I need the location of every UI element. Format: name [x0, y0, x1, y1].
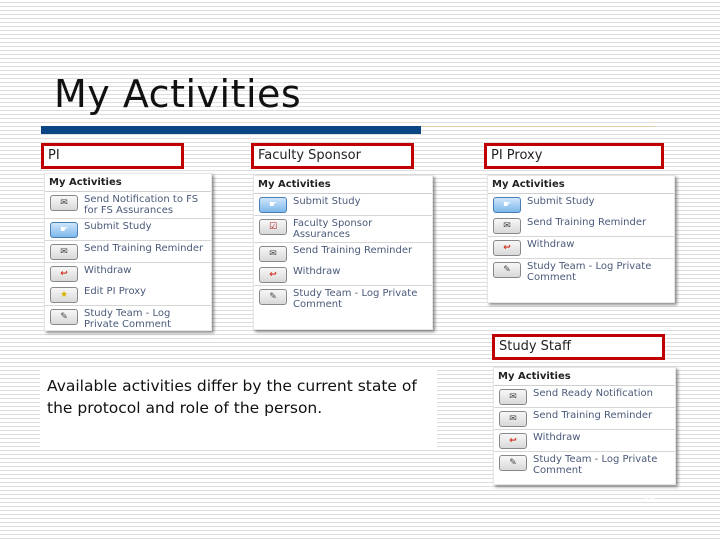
- activity-link[interactable]: Send Training Reminder: [293, 245, 429, 256]
- role-label-faculty-sponsor: Faculty Sponsor: [251, 143, 414, 169]
- activity-link[interactable]: Withdraw: [84, 265, 208, 276]
- activity-link[interactable]: Edit PI Proxy: [84, 286, 208, 297]
- activity-link[interactable]: Study Team - Log Private Comment: [293, 288, 429, 310]
- activity-link[interactable]: Send Training Reminder: [533, 410, 672, 421]
- activity-item[interactable]: ★ Edit PI Proxy: [45, 284, 211, 306]
- activity-item[interactable]: ✉ Send Notification to FS for FS Assuranc…: [45, 192, 211, 219]
- role-label-pi: PI: [41, 143, 184, 169]
- activities-panel-study-staff: My Activities ✉ Send Ready Notification ✉ Se…: [493, 367, 676, 485]
- activity-item[interactable]: ✎ Study Team - Log Private Comment: [488, 259, 674, 285]
- activities-panel-faculty-sponsor: My Activities ☛ Submit Study ☑ Faculty Spons…: [253, 175, 433, 330]
- activity-item[interactable]: ↩ Withdraw: [45, 263, 211, 284]
- envelope-icon[interactable]: ✉: [50, 244, 78, 260]
- clipboard-check-icon[interactable]: ☑: [259, 219, 287, 235]
- activity-link[interactable]: Withdraw: [533, 432, 672, 443]
- activities-panel-pi: My Activities ✉ Send Notification to FS fo…: [44, 173, 212, 331]
- panel-header: My Activities: [254, 176, 432, 194]
- envelope-icon[interactable]: ✉: [50, 195, 78, 211]
- activity-link[interactable]: Study Team - Log Private Comment: [533, 454, 672, 476]
- activity-item[interactable]: ✉ Send Ready Notification: [494, 386, 675, 408]
- activity-item[interactable]: ☑ Faculty Sponsor Assurances: [254, 216, 432, 243]
- activity-item[interactable]: ☛ Submit Study: [45, 219, 211, 241]
- slide-title: My Activities: [54, 72, 302, 116]
- envelope-icon[interactable]: ✉: [499, 389, 527, 405]
- explanation-note: Available activities differ by the curre…: [40, 370, 437, 447]
- activity-link[interactable]: Study Team - Log Private Comment: [84, 308, 208, 330]
- envelope-icon[interactable]: ✉: [493, 218, 521, 234]
- activity-item[interactable]: ↩ Withdraw: [494, 430, 675, 452]
- activity-link[interactable]: Submit Study: [527, 196, 671, 207]
- activity-item[interactable]: ✉ Send Training Reminder: [45, 241, 211, 263]
- activity-item[interactable]: ☛ Submit Study: [488, 194, 674, 215]
- activity-link[interactable]: Send Notification to FS for FS Assurance…: [84, 194, 208, 216]
- activity-link[interactable]: Submit Study: [84, 221, 208, 232]
- activity-item[interactable]: ✉ Send Training Reminder: [254, 243, 432, 264]
- slide-number: 38: [643, 494, 656, 505]
- notepad-pencil-icon[interactable]: ✎: [499, 455, 527, 471]
- activity-item[interactable]: ✉ Send Training Reminder: [494, 408, 675, 430]
- person-star-icon[interactable]: ★: [50, 287, 78, 303]
- activity-item[interactable]: ✉ Send Training Reminder: [488, 215, 674, 237]
- activity-item[interactable]: ✎ Study Team - Log Private Comment: [494, 452, 675, 478]
- title-accent-bar: [41, 126, 421, 134]
- activity-link[interactable]: Faculty Sponsor Assurances: [293, 218, 429, 240]
- activity-item[interactable]: ↩ Withdraw: [488, 237, 674, 259]
- activity-item[interactable]: ↩ Withdraw: [254, 264, 432, 286]
- withdraw-arrow-icon[interactable]: ↩: [50, 266, 78, 282]
- role-label-pi-proxy: PI Proxy: [484, 143, 664, 169]
- activity-link[interactable]: Send Training Reminder: [527, 217, 671, 228]
- activity-item[interactable]: ☛ Submit Study: [254, 194, 432, 216]
- activity-link[interactable]: Submit Study: [293, 196, 429, 207]
- pointing-hand-icon[interactable]: ☛: [493, 197, 521, 213]
- notepad-pencil-icon[interactable]: ✎: [259, 289, 287, 305]
- notepad-pencil-icon[interactable]: ✎: [493, 262, 521, 278]
- activity-link[interactable]: Withdraw: [527, 239, 671, 250]
- activity-item[interactable]: ✎ Study Team - Log Private Comment: [254, 286, 432, 312]
- withdraw-arrow-icon[interactable]: ↩: [493, 240, 521, 256]
- notepad-pencil-icon[interactable]: ✎: [50, 309, 78, 325]
- panel-header: My Activities: [494, 368, 675, 386]
- role-label-study-staff: Study Staff: [492, 334, 665, 360]
- title-rule-line: [421, 126, 655, 127]
- panel-header: My Activities: [488, 176, 674, 194]
- pointing-hand-icon[interactable]: ☛: [50, 222, 78, 238]
- pointing-hand-icon[interactable]: ☛: [259, 197, 287, 213]
- envelope-icon[interactable]: ✉: [259, 246, 287, 262]
- panel-header: My Activities: [45, 174, 211, 192]
- activities-panel-pi-proxy: My Activities ☛ Submit Study ✉ Send Training…: [487, 175, 675, 303]
- activity-link[interactable]: Study Team - Log Private Comment: [527, 261, 671, 283]
- envelope-icon[interactable]: ✉: [499, 411, 527, 427]
- activity-link[interactable]: Send Ready Notification: [533, 388, 672, 399]
- withdraw-arrow-icon[interactable]: ↩: [259, 267, 287, 283]
- withdraw-arrow-icon[interactable]: ↩: [499, 433, 527, 449]
- activity-item[interactable]: ✎ Study Team - Log Private Comment: [45, 306, 211, 332]
- activity-link[interactable]: Send Training Reminder: [84, 243, 208, 254]
- activity-link[interactable]: Withdraw: [293, 266, 429, 277]
